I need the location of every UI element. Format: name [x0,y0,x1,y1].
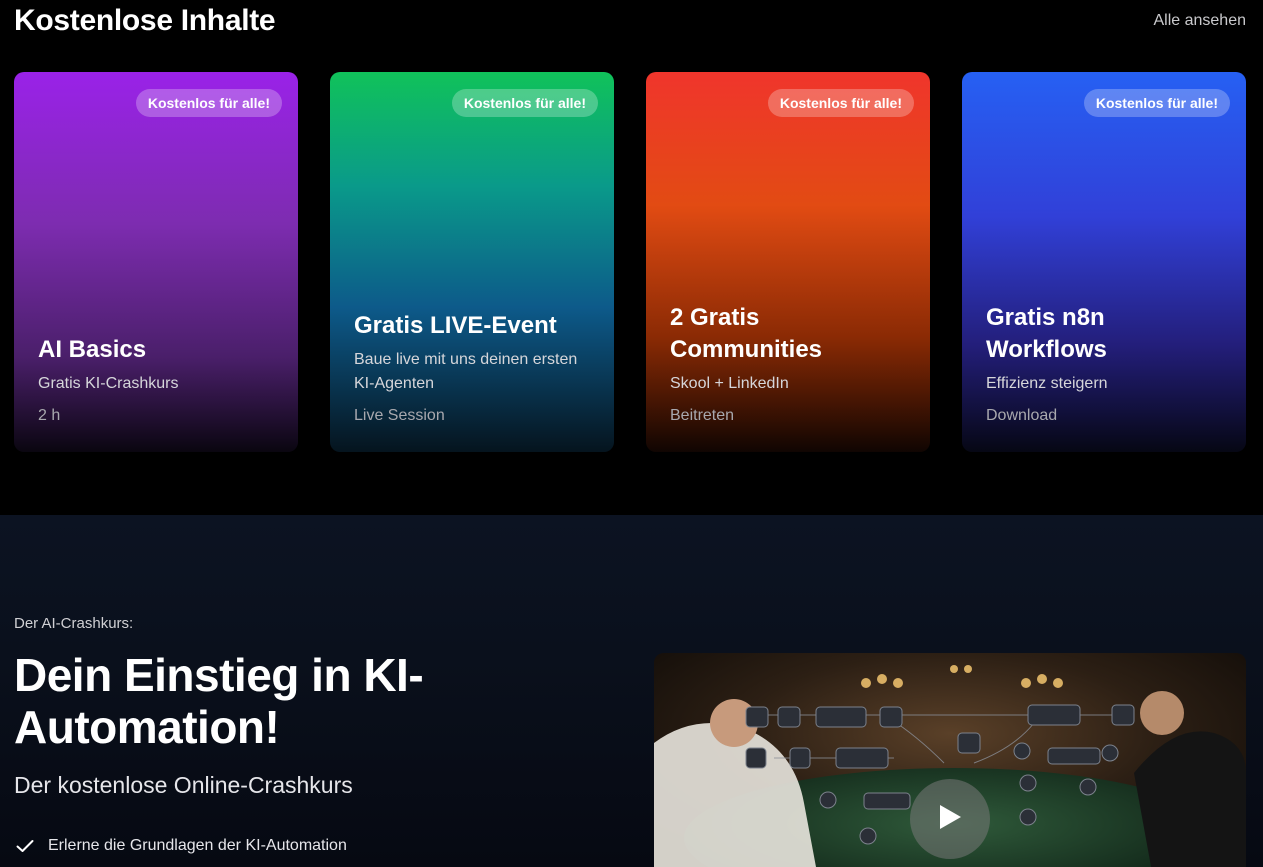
free-content-section: Kostenlose Inhalte Alle ansehen Kostenlo… [0,0,1263,515]
play-icon [937,803,963,836]
card-meta: Download [986,407,1058,424]
card-title: 2 Gratis Communities [670,304,823,363]
card-title: Gratis n8n Workflows [986,304,1107,363]
feature-bullet-text: Erlerne die Grundlagen der KI-Automation [48,837,347,854]
card-subtitle: Baue live mit uns deinen ersten KI-Agent… [354,351,578,392]
crashkurs-subheadline: Der kostenlose Online-Crashkurs [14,772,353,798]
free-badge: Kostenlos für alle! [1083,89,1230,117]
video-player[interactable] [654,653,1246,867]
check-icon [14,835,36,857]
card-subtitle: Effizienz steigern [986,375,1108,392]
card-n8n-workflows[interactable]: Kostenlos für alle! Gratis n8n Workflows… [962,72,1246,452]
card-body: 2 Gratis Communities Skool + LinkedIn Be… [670,302,910,428]
free-badge: Kostenlos für alle! [767,89,914,117]
crashkurs-headline: Dein Einstieg in KI-Automation! [14,649,424,753]
view-all-link[interactable]: Alle ansehen [1153,12,1246,30]
card-meta: 2 h [38,407,61,424]
free-badge: Kostenlos für alle! [135,89,282,117]
card-body: Gratis n8n Workflows Effizienz steigern … [986,302,1226,428]
card-meta: Live Session [354,407,445,424]
card-subtitle: Gratis KI-Crashkurs [38,375,179,392]
play-button[interactable] [910,779,990,859]
card-ai-basics[interactable]: Kostenlos für alle! AI Basics Gratis KI-… [14,72,298,452]
card-body: AI Basics Gratis KI-Crashkurs 2 h [38,334,278,428]
card-title: AI Basics [38,336,147,363]
free-badge: Kostenlos für alle! [451,89,598,117]
card-communities[interactable]: Kostenlos für alle! 2 Gratis Communities… [646,72,930,452]
crashkurs-kicker: Der AI-Crashkurs: [14,615,134,632]
card-live-event[interactable]: Kostenlos für alle! Gratis LIVE-Event Ba… [330,72,614,452]
card-title: Gratis LIVE-Event [354,312,557,339]
card-subtitle: Skool + LinkedIn [670,375,789,392]
feature-bullet: Erlerne die Grundlagen der KI-Automation [14,835,347,857]
section-title: Kostenlose Inhalte [14,4,276,37]
crashkurs-section: Der AI-Crashkurs: Dein Einstieg in KI-Au… [0,515,1263,867]
card-body: Gratis LIVE-Event Baue live mit uns dein… [354,310,594,428]
card-meta: Beitreten [670,407,735,424]
